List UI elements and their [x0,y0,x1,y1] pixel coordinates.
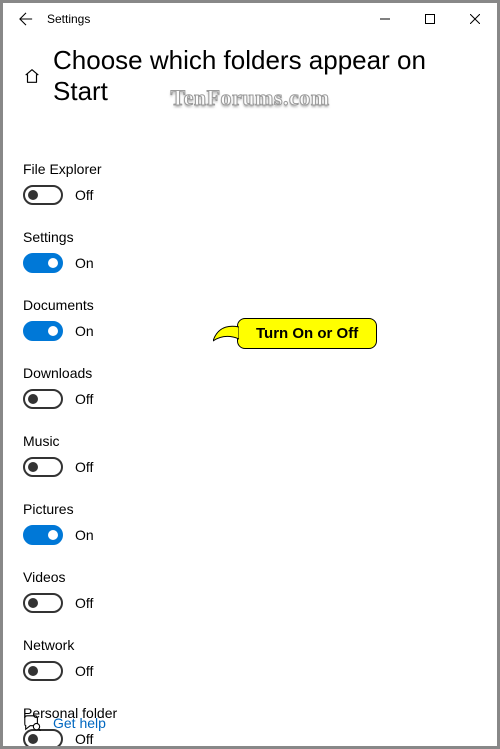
toggle-row: On [23,321,477,341]
maximize-icon [425,14,435,24]
toggle-state-label: Off [75,663,93,679]
toggle-state-label: On [75,255,94,271]
toggle-row: Off [23,389,477,409]
toggle-state-label: On [75,527,94,543]
close-button[interactable] [452,3,497,35]
toggle-switch[interactable] [23,525,63,545]
toggle-switch[interactable] [23,593,63,613]
toggle-state-label: Off [75,731,93,746]
setting-row: Pictures On [23,501,477,545]
setting-row: Downloads Off [23,365,477,409]
window-controls [362,3,497,35]
toggle-state-label: On [75,323,94,339]
toggle-knob-icon [28,666,38,676]
toggle-state-label: Off [75,391,93,407]
page-title: Choose which folders appear on Start [53,45,477,107]
setting-label: Music [23,433,477,449]
titlebar: Settings [3,3,497,35]
toggle-row: On [23,253,477,273]
toggle-switch[interactable] [23,185,63,205]
setting-row: Settings On [23,229,477,273]
setting-row: Network Off [23,637,477,681]
setting-label: Settings [23,229,477,245]
toggle-switch[interactable] [23,321,63,341]
setting-row: Videos Off [23,569,477,613]
toggle-switch[interactable] [23,661,63,681]
setting-label: Documents [23,297,477,313]
setting-row: Music Off [23,433,477,477]
arrow-left-icon [19,12,33,26]
setting-label: Videos [23,569,477,585]
setting-row: Documents On [23,297,477,341]
close-icon [470,14,480,24]
home-icon [23,67,41,85]
toggle-switch[interactable] [23,389,63,409]
setting-label: Pictures [23,501,477,517]
get-help-link[interactable]: Get help [53,715,106,731]
toggle-row: Off [23,185,477,205]
toggle-state-label: Off [75,595,93,611]
toggle-row: Off [23,457,477,477]
toggle-switch[interactable] [23,253,63,273]
toggle-row: On [23,525,477,545]
toggle-knob-icon [28,190,38,200]
home-button[interactable] [23,67,41,85]
setting-label: Downloads [23,365,477,381]
setting-label: Network [23,637,477,653]
maximize-button[interactable] [407,3,452,35]
toggle-state-label: Off [75,459,93,475]
toggle-knob-icon [28,598,38,608]
toggle-knob-icon [48,326,58,336]
toggle-state-label: Off [75,187,93,203]
window-title: Settings [47,12,90,26]
setting-label: File Explorer [23,161,477,177]
minimize-button[interactable] [362,3,407,35]
settings-window: Settings Choose which folders appear on [3,3,497,746]
setting-row: File Explorer Off [23,161,477,205]
toggle-row: Off [23,661,477,681]
toggle-knob-icon [28,462,38,472]
get-help-row: Get help [23,714,106,732]
toggle-knob-icon [48,258,58,268]
minimize-icon [380,14,390,24]
toggle-row: Off [23,593,477,613]
toggle-knob-icon [28,734,38,744]
settings-list: File Explorer Off Settings On Documents On Dow… [3,161,497,746]
toggle-knob-icon [48,530,58,540]
toggle-knob-icon [28,394,38,404]
back-button[interactable] [11,3,41,35]
toggle-switch[interactable] [23,457,63,477]
page-header: Choose which folders appear on Start [3,35,497,111]
help-icon [23,714,41,732]
